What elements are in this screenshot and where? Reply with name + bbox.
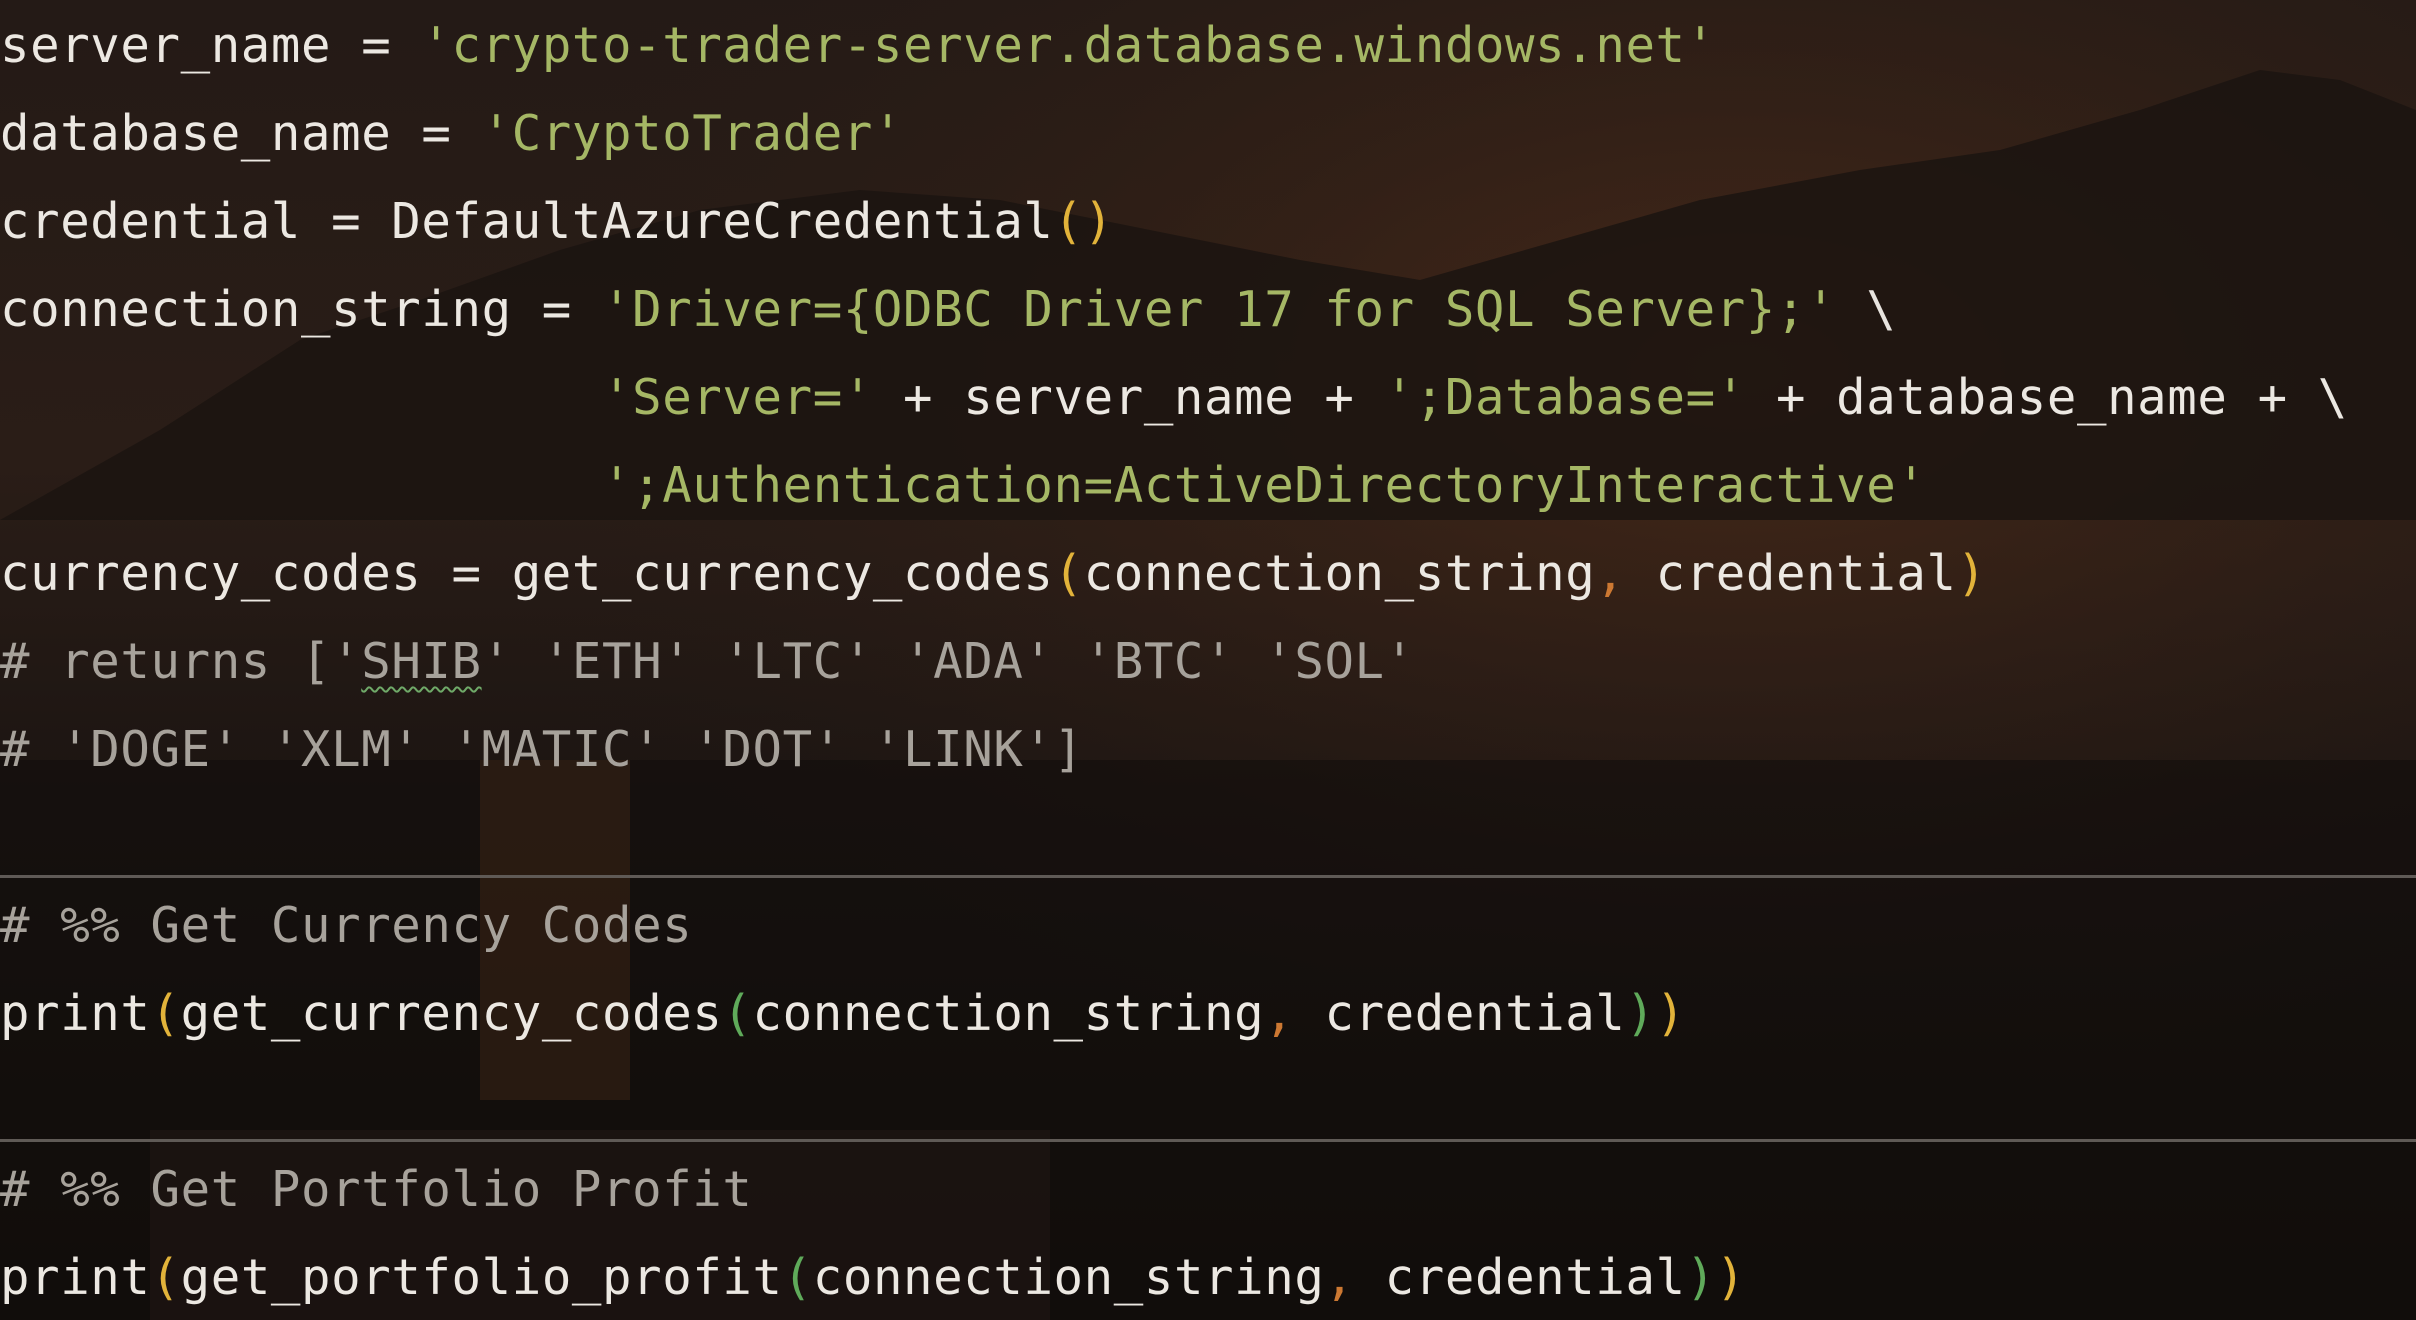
comma: , bbox=[1324, 1249, 1355, 1306]
line-continuation: \ bbox=[1836, 281, 1897, 338]
code-line-database-name: database_name = 'CryptoTrader' bbox=[0, 90, 903, 178]
code-editor[interactable]: server_name = 'crypto-trader-server.data… bbox=[0, 0, 2416, 1320]
code-token: connection_string bbox=[812, 1249, 1325, 1306]
paren: ( bbox=[150, 985, 181, 1042]
code-line-connection-string: connection_string = 'Driver={ODBC Driver… bbox=[0, 266, 1896, 354]
paren: ) bbox=[1083, 193, 1114, 250]
paren: ) bbox=[1956, 545, 1987, 602]
string-literal: 'crypto-trader-server.database.windows.n… bbox=[421, 17, 1716, 74]
paren: ( bbox=[782, 1249, 813, 1306]
string-literal: 'Server=' bbox=[602, 369, 873, 426]
code-token: connection_string = bbox=[0, 281, 603, 338]
paren: ) bbox=[1715, 1249, 1746, 1306]
comment-text: # returns [' bbox=[0, 633, 362, 690]
paren: ) bbox=[1625, 985, 1656, 1042]
code-comment-returns-2: # 'DOGE' 'XLM' 'MATIC' 'DOT' 'LINK'] bbox=[0, 706, 1084, 794]
cell-title: # %% Get Portfolio Profit bbox=[0, 1161, 753, 1218]
paren: ( bbox=[722, 985, 753, 1042]
code-line-currency-codes: currency_codes = get_currency_codes(conn… bbox=[0, 530, 1987, 618]
paren: ) bbox=[1685, 1249, 1716, 1306]
code-token: database_name = bbox=[0, 105, 482, 162]
code-token: print bbox=[0, 985, 151, 1042]
string-literal: 'Driver={ODBC Driver 17 for SQL Server};… bbox=[602, 281, 1837, 338]
paren: ) bbox=[1655, 985, 1686, 1042]
comma: , bbox=[1595, 545, 1626, 602]
code-token: credential bbox=[1625, 545, 1957, 602]
code-line-server-name: server_name = 'crypto-trader-server.data… bbox=[0, 2, 1716, 90]
code-token: get_currency_codes bbox=[180, 985, 723, 1042]
string-literal: ';Authentication=ActiveDirectoryInteract… bbox=[602, 457, 1927, 514]
code-line-print-portfolio-profit: print(get_portfolio_profit(connection_st… bbox=[0, 1234, 1746, 1320]
cell-header-get-currency-codes[interactable]: # %% Get Currency Codes bbox=[0, 882, 692, 970]
typo-highlight[interactable]: SHIB bbox=[361, 633, 481, 690]
cell-separator bbox=[0, 875, 2416, 878]
cell-title: # %% Get Currency Codes bbox=[0, 897, 693, 954]
code-token: + server_name + bbox=[872, 369, 1385, 426]
string-literal: 'CryptoTrader' bbox=[481, 105, 904, 162]
code-token: credential bbox=[1294, 985, 1626, 1042]
code-token: print bbox=[0, 1249, 151, 1306]
comma: , bbox=[1264, 985, 1295, 1042]
code-token: + database_name + \ bbox=[1745, 369, 2348, 426]
comment-text: ' 'ETH' 'LTC' 'ADA' 'BTC' 'SOL' bbox=[481, 633, 1415, 690]
code-token: server_name = bbox=[0, 17, 422, 74]
cell-header-get-portfolio-profit[interactable]: # %% Get Portfolio Profit bbox=[0, 1146, 753, 1234]
paren: ( bbox=[1053, 193, 1084, 250]
code-line-connection-string-2: 'Server=' + server_name + ';Database=' +… bbox=[0, 354, 2348, 442]
code-token: credential = DefaultAzureCredential bbox=[0, 193, 1054, 250]
code-line-print-currency-codes: print(get_currency_codes(connection_stri… bbox=[0, 970, 1686, 1058]
comment-text: # 'DOGE' 'XLM' 'MATIC' 'DOT' 'LINK'] bbox=[0, 721, 1084, 778]
cell-separator bbox=[0, 1139, 2416, 1142]
code-line-credential: credential = DefaultAzureCredential() bbox=[0, 178, 1114, 266]
code-token: get_portfolio_profit bbox=[180, 1249, 783, 1306]
paren: ( bbox=[1053, 545, 1084, 602]
code-comment-returns: # returns ['SHIB' 'ETH' 'LTC' 'ADA' 'BTC… bbox=[0, 618, 1415, 706]
paren: ( bbox=[150, 1249, 181, 1306]
code-line-connection-string-3: ';Authentication=ActiveDirectoryInteract… bbox=[0, 442, 1926, 530]
string-literal: ';Database=' bbox=[1384, 369, 1746, 426]
code-token: connection_string bbox=[752, 985, 1265, 1042]
code-token: currency_codes = get_currency_codes bbox=[0, 545, 1054, 602]
code-token: connection_string bbox=[1083, 545, 1596, 602]
code-token: credential bbox=[1354, 1249, 1686, 1306]
